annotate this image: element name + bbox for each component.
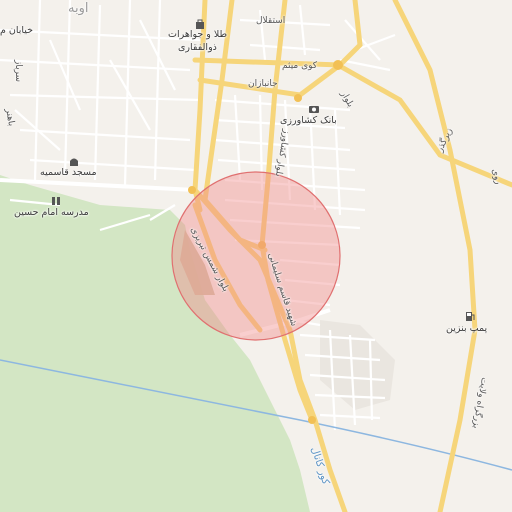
label-khiaban: خیابان م <box>0 25 34 36</box>
search-radius-circle <box>171 171 341 341</box>
label-bahonar: باهنر <box>3 107 17 127</box>
fuel-pump-icon[interactable] <box>464 307 476 321</box>
label-zolfaghari: ذوالفقاری <box>178 42 217 53</box>
shop-icon[interactable] <box>194 15 206 29</box>
label-masjed: مسجد قاسمیه <box>40 167 97 178</box>
mosque-icon[interactable] <box>68 152 80 166</box>
label-esteghlal: استقلال <box>256 16 286 26</box>
label-bank: بانک کشاورزی <box>280 115 337 126</box>
bank-icon[interactable] <box>308 100 320 113</box>
map-base-layer <box>0 0 512 512</box>
label-kuye-meysam: کوی میثم <box>282 61 318 71</box>
label-pomp: پمپ بنزین <box>446 323 488 334</box>
label-madreseh: مدرسه امام حسین <box>14 207 89 218</box>
school-icon[interactable] <box>50 192 62 205</box>
label-sarbaz: سرباز <box>13 60 23 83</box>
map-view[interactable]: اوبه خیابان م سرباز باهنر طلا و جواهرات … <box>0 0 512 512</box>
label-owbeh: اوبه <box>68 1 89 16</box>
label-tala: طلا و جواهرات <box>168 29 228 40</box>
label-janbazan: جانبازان <box>248 79 278 89</box>
